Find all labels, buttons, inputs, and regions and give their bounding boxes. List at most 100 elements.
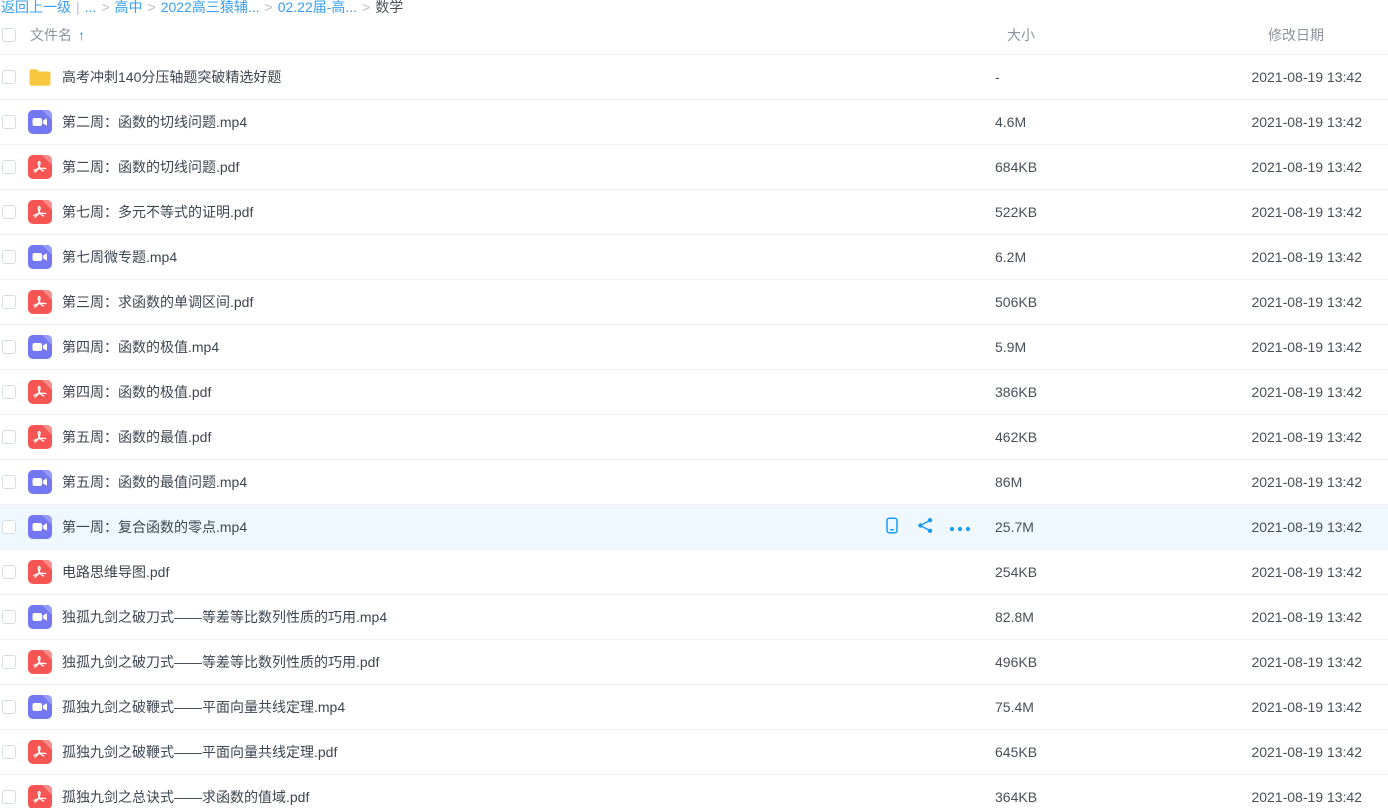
file-row[interactable]: 第一周：复合函数的零点.mp425.7M2021-08-19 13:42 bbox=[0, 505, 1388, 550]
file-size: 496KB bbox=[995, 654, 1162, 670]
file-name[interactable]: 第二周：函数的切线问题.mp4 bbox=[62, 112, 995, 132]
file-row[interactable]: 电路思维导图.pdf254KB2021-08-19 13:42 bbox=[0, 550, 1388, 595]
file-name[interactable]: 孤独九剑之破鞭式——平面向量共线定理.mp4 bbox=[62, 697, 995, 717]
file-name[interactable]: 第七周：多元不等式的证明.pdf bbox=[62, 202, 995, 222]
file-row[interactable]: 独孤九剑之破刀式——等差等比数列性质的巧用.pdf496KB2021-08-19… bbox=[0, 640, 1388, 685]
file-modified-date: 2021-08-19 13:42 bbox=[1162, 474, 1362, 490]
file-row[interactable]: 第七周：多元不等式的证明.pdf522KB2021-08-19 13:42 bbox=[0, 190, 1388, 235]
pdf-icon bbox=[28, 380, 52, 404]
row-checkbox[interactable] bbox=[2, 745, 16, 759]
row-checkbox[interactable] bbox=[2, 70, 16, 84]
file-name[interactable]: 第五周：函数的最值.pdf bbox=[62, 427, 995, 447]
row-checkbox[interactable] bbox=[2, 475, 16, 489]
video-icon bbox=[28, 335, 52, 359]
file-size: - bbox=[995, 69, 1162, 85]
file-table-header: 文件名 ↑ 大小 修改日期 bbox=[0, 15, 1388, 55]
share-button[interactable] bbox=[917, 519, 934, 536]
file-row[interactable]: 独孤九剑之破刀式——等差等比数列性质的巧用.mp482.8M2021-08-19… bbox=[0, 595, 1388, 640]
file-modified-date: 2021-08-19 13:42 bbox=[1162, 114, 1362, 130]
pdf-icon bbox=[28, 785, 52, 808]
sort-ascending-icon[interactable]: ↑ bbox=[78, 27, 85, 43]
file-name[interactable]: 高考冲刺140分压轴题突破精选好题 bbox=[62, 67, 995, 87]
file-row[interactable]: 第二周：函数的切线问题.pdf684KB2021-08-19 13:42 bbox=[0, 145, 1388, 190]
row-hover-actions bbox=[883, 519, 968, 536]
file-name[interactable]: 第四周：函数的极值.mp4 bbox=[62, 337, 995, 357]
file-name[interactable]: 第三周：求函数的单调区间.pdf bbox=[62, 292, 995, 312]
breadcrumb-chevron-separator: > bbox=[148, 0, 156, 15]
pdf-icon bbox=[28, 425, 52, 449]
file-row[interactable]: 第四周：函数的极值.pdf386KB2021-08-19 13:42 bbox=[0, 370, 1388, 415]
file-row[interactable]: 孤独九剑之破鞭式——平面向量共线定理.mp475.4M2021-08-19 13… bbox=[0, 685, 1388, 730]
breadcrumb-link[interactable]: 高中 bbox=[115, 0, 143, 15]
row-checkbox[interactable] bbox=[2, 250, 16, 264]
file-size: 254KB bbox=[995, 564, 1162, 580]
pdf-icon bbox=[28, 200, 52, 224]
file-name[interactable]: 第一周：复合函数的零点.mp4 bbox=[62, 517, 883, 537]
file-name[interactable]: 电路思维导图.pdf bbox=[62, 562, 995, 582]
breadcrumb-back-link[interactable]: 返回上一级 bbox=[1, 0, 71, 15]
file-modified-date: 2021-08-19 13:42 bbox=[1162, 294, 1362, 310]
file-name[interactable]: 第四周：函数的极值.pdf bbox=[62, 382, 995, 402]
breadcrumb-current: 数学 bbox=[375, 0, 403, 15]
row-checkbox[interactable] bbox=[2, 520, 16, 534]
row-checkbox[interactable] bbox=[2, 430, 16, 444]
row-checkbox[interactable] bbox=[2, 295, 16, 309]
file-modified-date: 2021-08-19 13:42 bbox=[1162, 339, 1362, 355]
breadcrumb-chevron-separator: > bbox=[101, 0, 109, 15]
file-modified-date: 2021-08-19 13:42 bbox=[1162, 69, 1362, 85]
file-size: 684KB bbox=[995, 159, 1162, 175]
file-modified-date: 2021-08-19 13:42 bbox=[1162, 429, 1362, 445]
row-checkbox[interactable] bbox=[2, 205, 16, 219]
share-icon bbox=[917, 517, 934, 537]
file-row[interactable]: 第七周微专题.mp46.2M2021-08-19 13:42 bbox=[0, 235, 1388, 280]
breadcrumb-link[interactable]: 02.22届-高... bbox=[278, 0, 357, 15]
file-row[interactable]: 高考冲刺140分压轴题突破精选好题-2021-08-19 13:42 bbox=[0, 55, 1388, 100]
pdf-icon bbox=[28, 290, 52, 314]
row-checkbox[interactable] bbox=[2, 115, 16, 129]
file-modified-date: 2021-08-19 13:42 bbox=[1162, 609, 1362, 625]
file-name[interactable]: 第五周：函数的最值问题.mp4 bbox=[62, 472, 995, 492]
row-checkbox[interactable] bbox=[2, 160, 16, 174]
video-icon bbox=[28, 110, 52, 134]
video-icon bbox=[28, 695, 52, 719]
column-header-date[interactable]: 修改日期 bbox=[1162, 25, 1362, 45]
file-size: 82.8M bbox=[995, 609, 1162, 625]
file-row[interactable]: 第四周：函数的极值.mp45.9M2021-08-19 13:42 bbox=[0, 325, 1388, 370]
row-checkbox[interactable] bbox=[2, 790, 16, 804]
file-size: 522KB bbox=[995, 204, 1162, 220]
file-size: 25.7M bbox=[995, 519, 1162, 535]
column-header-size[interactable]: 大小 bbox=[995, 25, 1162, 45]
row-checkbox[interactable] bbox=[2, 340, 16, 354]
breadcrumb-link[interactable]: ... bbox=[85, 0, 97, 15]
file-name[interactable]: 孤独九剑之破鞭式——平面向量共线定理.pdf bbox=[62, 742, 995, 762]
file-name[interactable]: 第二周：函数的切线问题.pdf bbox=[62, 157, 995, 177]
row-checkbox[interactable] bbox=[2, 655, 16, 669]
video-icon bbox=[28, 515, 52, 539]
file-row[interactable]: 孤独九剑之总诀式——求函数的值域.pdf364KB2021-08-19 13:4… bbox=[0, 775, 1388, 808]
video-icon bbox=[28, 605, 52, 629]
file-size: 86M bbox=[995, 474, 1162, 490]
column-header-name[interactable]: 文件名 ↑ bbox=[30, 25, 995, 45]
breadcrumb-link[interactable]: 2022高三猿辅... bbox=[161, 0, 260, 15]
file-name[interactable]: 独孤九剑之破刀式——等差等比数列性质的巧用.pdf bbox=[62, 652, 995, 672]
file-size: 506KB bbox=[995, 294, 1162, 310]
file-name[interactable]: 孤独九剑之总诀式——求函数的值域.pdf bbox=[62, 787, 995, 807]
file-row[interactable]: 第三周：求函数的单调区间.pdf506KB2021-08-19 13:42 bbox=[0, 280, 1388, 325]
file-row[interactable]: 第五周：函数的最值.pdf462KB2021-08-19 13:42 bbox=[0, 415, 1388, 460]
file-row[interactable]: 孤独九剑之破鞭式——平面向量共线定理.pdf645KB2021-08-19 13… bbox=[0, 730, 1388, 775]
file-name[interactable]: 独孤九剑之破刀式——等差等比数列性质的巧用.mp4 bbox=[62, 607, 995, 627]
row-checkbox[interactable] bbox=[2, 610, 16, 624]
file-size: 462KB bbox=[995, 429, 1162, 445]
file-row[interactable]: 第二周：函数的切线问题.mp44.6M2021-08-19 13:42 bbox=[0, 100, 1388, 145]
row-checkbox[interactable] bbox=[2, 385, 16, 399]
file-modified-date: 2021-08-19 13:42 bbox=[1162, 384, 1362, 400]
row-checkbox[interactable] bbox=[2, 565, 16, 579]
send-to-phone-button[interactable] bbox=[883, 519, 900, 536]
file-name[interactable]: 第七周微专题.mp4 bbox=[62, 247, 995, 267]
more-actions-button[interactable] bbox=[951, 519, 968, 536]
file-list: 高考冲刺140分压轴题突破精选好题-2021-08-19 13:42第二周：函数… bbox=[0, 55, 1388, 808]
ellipsis-icon bbox=[949, 520, 971, 535]
row-checkbox[interactable] bbox=[2, 700, 16, 714]
file-row[interactable]: 第五周：函数的最值问题.mp486M2021-08-19 13:42 bbox=[0, 460, 1388, 505]
select-all-checkbox[interactable] bbox=[2, 28, 16, 42]
